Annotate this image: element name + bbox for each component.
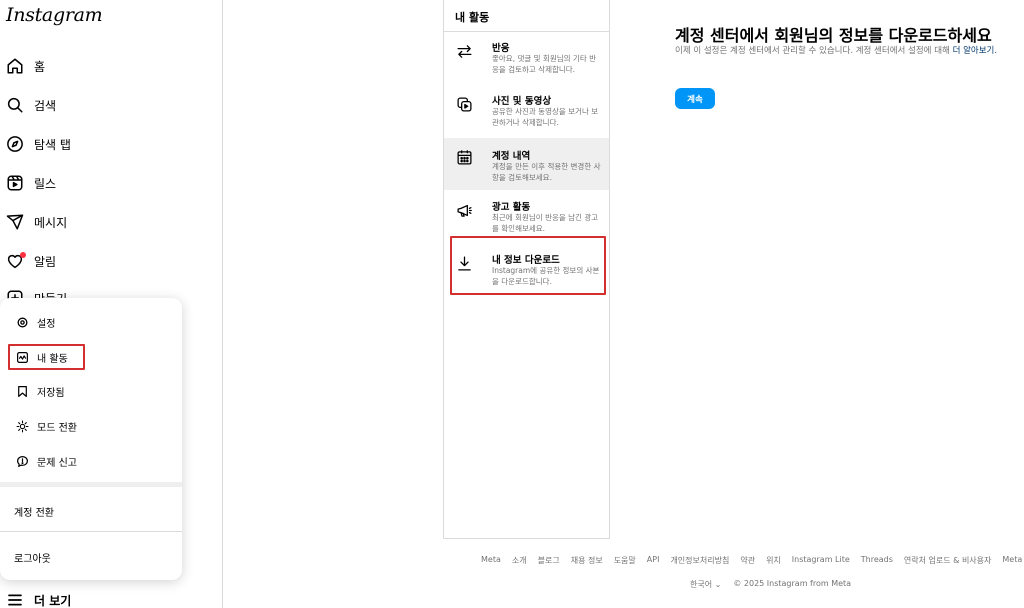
activity-highlight-box — [8, 344, 85, 370]
explore-icon — [5, 134, 25, 154]
footer-link-blog[interactable]: 블로그 — [538, 555, 560, 566]
activity-desc-interactions: 좋아요, 댓글 및 회원님의 기타 반응을 검토하고 삭제합니다. — [492, 54, 597, 74]
page-title: 계정 센터에서 회원님의 정보를 다운로드하세요 — [675, 26, 992, 45]
interactions-icon — [455, 42, 473, 60]
nav-label-home: 홈 — [34, 59, 46, 74]
activity-item-interactions[interactable]: 반응 좋아요, 댓글 및 회원님의 기타 반응을 검토하고 삭제합니다. — [444, 36, 609, 88]
nav-item-notifications[interactable]: 알림 — [0, 243, 200, 279]
page-description: 이제 이 설정은 계정 센터에서 관리할 수 있습니다. 계정 센터에서 설정에… — [675, 45, 1024, 57]
menu-icon — [5, 590, 25, 608]
menu-label-report: 문제 신고 — [37, 457, 77, 469]
settings-icon — [15, 315, 29, 329]
footer-links: Meta 소개 블로그 채용 정보 도움말 API 개인정보처리방침 약관 위치… — [481, 555, 1024, 566]
footer-bottom: 한국어 ⌄ © 2025 Instagram from Meta — [690, 579, 851, 590]
activity-item-photos-videos[interactable]: 사진 및 동영상 공유한 사진과 동영상을 보거나 보관하거나 삭제합니다. — [444, 89, 609, 141]
menu-item-settings[interactable]: 설정 — [8, 308, 174, 336]
nav-label-messages: 메시지 — [34, 215, 68, 230]
search-icon — [5, 95, 25, 115]
continue-button[interactable]: 계속 — [675, 88, 715, 109]
messages-icon — [5, 212, 25, 232]
menu-divider — [0, 531, 182, 532]
activity-title-account-history: 계정 내역 — [492, 151, 531, 162]
language-selector[interactable]: 한국어 ⌄ — [690, 579, 721, 590]
footer-link-jobs[interactable]: 채용 정보 — [571, 555, 603, 566]
nav-label-reels: 릴스 — [34, 176, 57, 191]
panel-title: 내 활동 — [455, 11, 490, 24]
footer-link-instagram-lite[interactable]: Instagram Lite — [792, 555, 850, 566]
menu-label-saved: 저장됨 — [37, 387, 65, 399]
nav-item-search[interactable]: 검색 — [0, 87, 200, 123]
chevron-down-icon: ⌄ — [714, 580, 722, 589]
footer-link-contact-upload[interactable]: 연락처 업로드 & 비사용자 — [904, 555, 991, 566]
report-icon — [15, 454, 29, 468]
nav-item-reels[interactable]: 릴스 — [0, 165, 200, 201]
more-menu: 설정 내 활동 저장됨 모드 전환 문제 신고 계정 전환 로그아웃 — [0, 298, 182, 580]
nav-item-home[interactable]: 홈 — [0, 48, 200, 84]
notification-dot — [20, 252, 26, 258]
home-icon — [5, 56, 25, 76]
menu-item-appearance[interactable]: 모드 전환 — [8, 412, 174, 440]
calendar-icon — [455, 148, 473, 166]
activity-desc-ad-activity: 최근에 회원님이 반응을 남긴 광고를 확인해보세요. — [492, 213, 599, 233]
bookmark-icon — [15, 384, 29, 398]
copyright-text: © 2025 Instagram from Meta — [733, 579, 852, 588]
activity-item-account-history[interactable]: 계정 내역 계정을 만든 이후 적용한 변경한 사항을 검토해보세요. — [444, 138, 609, 190]
nav-label-more: 더 보기 — [34, 593, 72, 608]
menu-item-report[interactable]: 문제 신고 — [8, 447, 174, 475]
instagram-logo[interactable]: Instagram — [6, 4, 103, 26]
footer-link-help[interactable]: 도움말 — [614, 555, 636, 566]
nav-item-explore[interactable]: 탐색 탭 — [0, 126, 200, 162]
menu-item-logout[interactable]: 로그아웃 — [14, 550, 51, 565]
nav-item-more[interactable]: 더 보기 — [0, 582, 200, 608]
menu-item-saved[interactable]: 저장됨 — [8, 377, 174, 405]
activity-title-photos-videos: 사진 및 동영상 — [492, 96, 552, 107]
download-highlight-box — [450, 236, 606, 295]
nav-label-explore: 탐색 탭 — [34, 137, 71, 152]
megaphone-icon — [455, 201, 473, 219]
learn-more-link[interactable]: 더 알아보기. — [953, 46, 998, 56]
photos-videos-icon — [455, 95, 473, 113]
footer-link-meta[interactable]: Meta — [481, 555, 501, 566]
description-text: 이제 이 설정은 계정 센터에서 관리할 수 있습니다. 계정 센터에서 설정에… — [675, 46, 953, 56]
activity-desc-account-history: 계정을 만든 이후 적용한 변경한 사항을 검토해보세요. — [492, 162, 601, 182]
activity-desc-photos-videos: 공유한 사진과 동영상을 보거나 보관하거나 삭제합니다. — [492, 107, 599, 127]
panel-divider — [444, 31, 609, 32]
footer-link-terms[interactable]: 약관 — [740, 555, 755, 566]
footer-link-about[interactable]: 소개 — [512, 555, 527, 566]
footer-link-locations[interactable]: 위치 — [766, 555, 781, 566]
footer-link-meta-verified[interactable]: Meta Verified — [1002, 555, 1024, 566]
nav-label-search: 검색 — [34, 98, 57, 113]
sun-icon — [15, 419, 29, 433]
footer-link-privacy[interactable]: 개인정보처리방침 — [670, 555, 729, 566]
menu-separator — [0, 482, 182, 487]
footer-link-threads[interactable]: Threads — [861, 555, 893, 566]
heart-icon — [5, 251, 26, 271]
language-label: 한국어 — [690, 580, 713, 589]
menu-item-switch-account[interactable]: 계정 전환 — [14, 504, 54, 519]
footer-link-api[interactable]: API — [647, 555, 660, 566]
menu-label-appearance: 모드 전환 — [37, 422, 77, 434]
nav-item-messages[interactable]: 메시지 — [0, 204, 200, 240]
activity-title-ad-activity: 광고 활동 — [492, 202, 531, 213]
activity-title-interactions: 반응 — [492, 43, 510, 54]
left-navigation: Instagram 홈 검색 탐색 탭 릴스 메시지 알림 설정 내 활동 저장… — [0, 0, 223, 608]
menu-label-settings: 설정 — [37, 318, 56, 330]
reels-icon — [5, 173, 25, 193]
nav-label-notifications: 알림 — [34, 254, 57, 269]
page: Instagram 홈 검색 탐색 탭 릴스 메시지 알림 설정 내 활동 저장… — [0, 0, 1024, 608]
